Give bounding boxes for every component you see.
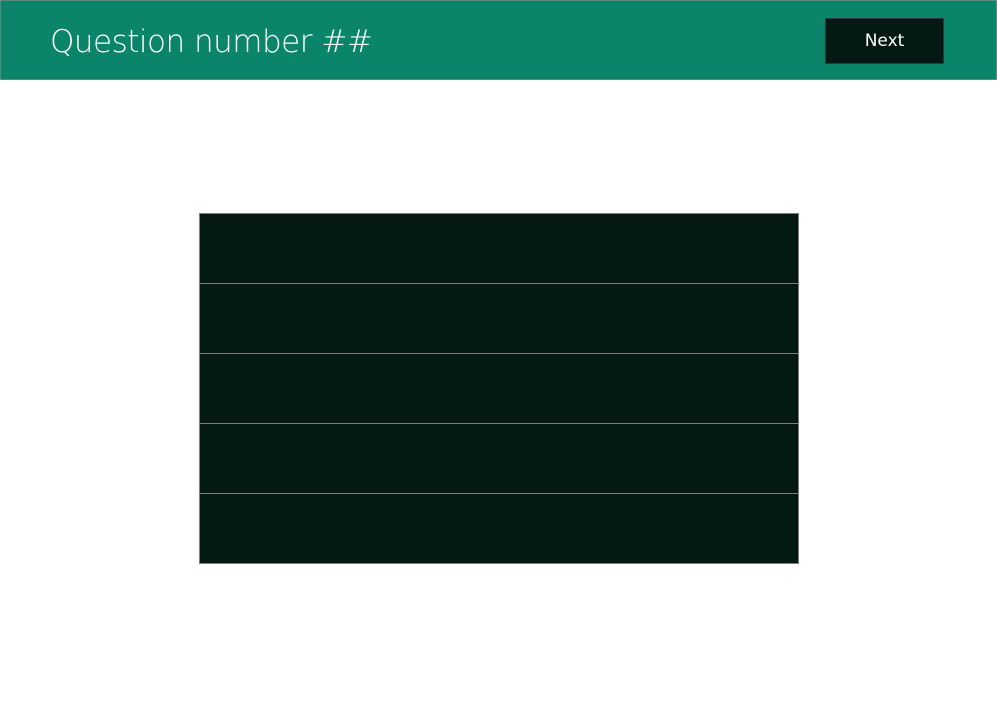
answer-list [199,213,799,564]
header-bar: Question number ## Next [0,0,997,80]
next-button[interactable]: Next [825,18,944,64]
question-title: Question number ## [50,24,373,60]
answer-option-2[interactable] [200,284,798,354]
answer-option-1[interactable] [200,214,798,284]
answer-option-3[interactable] [200,354,798,424]
answer-option-5[interactable] [200,494,798,563]
answer-option-4[interactable] [200,424,798,494]
